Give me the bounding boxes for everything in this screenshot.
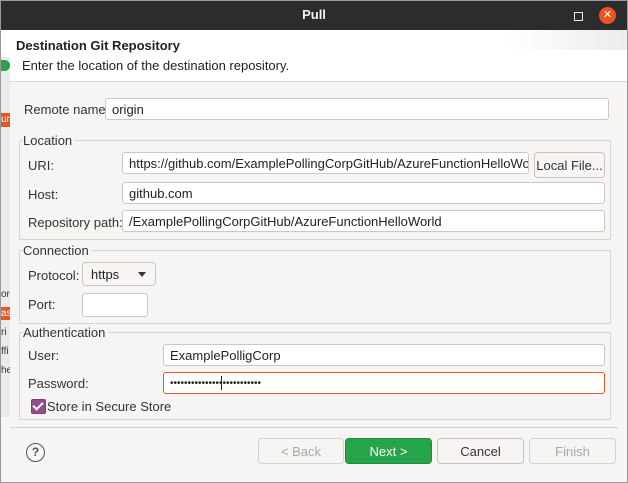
protocol-dropdown[interactable]: https [82, 262, 156, 286]
host-input[interactable]: github.com [122, 182, 605, 204]
wizard-banner: Destination Git Repository Enter the loc… [1, 30, 627, 82]
text-cursor [221, 376, 222, 390]
authentication-group-title: Authentication [23, 325, 109, 340]
user-input[interactable]: ExamplePolligCorp [163, 344, 605, 366]
location-group-title: Location [23, 133, 76, 148]
close-icon[interactable]: ✕ [599, 7, 616, 24]
background-text: or [1, 289, 10, 300]
title-bar: Pull ✕ [1, 1, 627, 30]
protocol-label: Protocol: [28, 268, 80, 283]
protocol-value: https [91, 267, 120, 282]
back-button[interactable]: < Back [258, 438, 344, 464]
remote-name-label: Remote name: [24, 102, 110, 117]
finish-button[interactable]: Finish [529, 438, 616, 464]
uri-input[interactable]: https://github.com/ExamplePollingCorpGit… [122, 152, 529, 174]
minimize-icon[interactable] [570, 8, 586, 24]
host-label: Host: [28, 187, 59, 202]
uri-label: URI: [28, 158, 54, 173]
background-window-strip [1, 57, 10, 417]
page-title: Destination Git Repository [16, 38, 180, 53]
store-secure-label: Store in Secure Store [47, 399, 172, 414]
remote-name-input[interactable]: origin [105, 98, 609, 120]
port-input[interactable] [82, 293, 148, 317]
repository-path-input[interactable]: /ExamplePollingCorpGitHub/AzureFunctionH… [122, 210, 605, 232]
background-text: he [1, 365, 10, 376]
wizard-content: Remote name: origin Location URI: https:… [10, 82, 618, 431]
store-secure-checkbox[interactable] [31, 399, 46, 414]
footer-divider [10, 427, 618, 428]
page-description: Enter the location of the destination re… [22, 58, 290, 73]
port-label: Port: [28, 297, 56, 312]
background-text: ur [1, 114, 10, 125]
next-button[interactable]: Next > [345, 438, 432, 464]
password-input[interactable]: •••••••••••••••••••••••••• [163, 372, 605, 394]
window-title: Pull [302, 7, 326, 22]
help-icon[interactable]: ? [26, 443, 45, 462]
background-text: ri [1, 327, 7, 338]
repository-path-label: Repository path: [28, 215, 123, 230]
local-file-button[interactable]: Local File... [534, 152, 605, 178]
banner-graphic [507, 30, 627, 50]
cancel-button[interactable]: Cancel [437, 438, 524, 464]
chevron-down-icon [138, 272, 146, 277]
pull-dialog: Pull ✕ Destination Git Repository Enter … [0, 0, 628, 483]
user-label: User: [28, 348, 60, 363]
connection-group-title: Connection [23, 243, 92, 258]
background-text: as [1, 308, 10, 319]
background-text: ffi [1, 346, 9, 357]
password-label: Password: [28, 376, 89, 391]
